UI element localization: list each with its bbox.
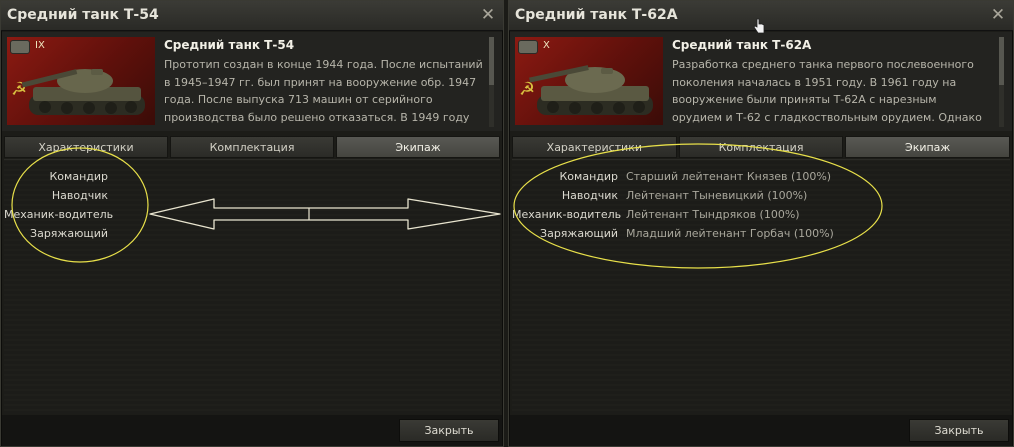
tab-bar: Характеристики Комплектация Экипаж: [2, 136, 502, 158]
tank-header: X ☭ Средний танк Т-62А Разработка средне…: [510, 32, 1012, 131]
tank-info-window-t54: Средний танк Т-54 ✕ IX ☭ Средний танк Т-…: [0, 0, 504, 447]
crew-member-name: Младший лейтенант Горбач (100%): [626, 227, 834, 240]
crew-role: Командир: [49, 170, 108, 183]
tab-bar: Характеристики Комплектация Экипаж: [510, 136, 1012, 158]
window-titlebar[interactable]: Средний танк Т-54 ✕: [1, 1, 503, 31]
scroll-thumb[interactable]: [489, 37, 494, 85]
close-x-icon[interactable]: ✕: [989, 6, 1007, 24]
scroll-thumb[interactable]: [999, 37, 1004, 85]
close-x-icon[interactable]: ✕: [479, 6, 497, 24]
tank-header: IX ☭ Средний танк Т-54 Прототип создан в…: [2, 32, 502, 131]
window-title: Средний танк Т-54: [7, 7, 159, 23]
window-title: Средний танк Т-62А: [515, 7, 678, 23]
tab-characteristics[interactable]: Характеристики: [4, 136, 168, 158]
tank-image: [21, 69, 145, 115]
crew-role: Заряжающий: [540, 227, 618, 240]
tank-name: Средний танк Т-54: [164, 38, 295, 52]
crew-role: Механик-водитель: [512, 208, 622, 221]
window-footer: Закрыть: [2, 415, 502, 446]
tank-image: [529, 65, 653, 115]
close-button[interactable]: Закрыть: [909, 419, 1009, 442]
crew-panel: Командир Старший лейтенант Князев (100%)…: [512, 159, 1010, 414]
crew-role: Заряжающий: [30, 227, 108, 240]
tank-info-window-t62a: Средний танк Т-62А ✕ X ☭ Средний танк Т-…: [508, 0, 1014, 447]
nation-flag-ussr: IX ☭: [7, 37, 155, 125]
window-footer: Закрыть: [510, 415, 1012, 446]
tab-characteristics[interactable]: Характеристики: [512, 136, 677, 158]
crew-member-name: Лейтенант Тындряков (100%): [626, 208, 800, 221]
crew-member-name: Лейтенант Тыневицкий (100%): [626, 189, 808, 202]
tank-description: Прототип создан в конце 1944 года. После…: [164, 58, 483, 124]
tab-crew[interactable]: Экипаж: [845, 136, 1011, 158]
tier-label: IX: [35, 40, 45, 51]
tank-description: Разработка среднего танка первого послев…: [672, 58, 982, 124]
tab-equipment[interactable]: Комплектация: [678, 136, 844, 158]
description-scrollbar[interactable]: [489, 37, 494, 127]
crew-role: Наводчик: [561, 189, 618, 202]
tab-equipment[interactable]: Комплектация: [170, 136, 334, 158]
tier-label: X: [543, 40, 550, 51]
description-scrollbar[interactable]: [999, 37, 1004, 127]
close-button[interactable]: Закрыть: [399, 419, 499, 442]
crew-member-name: Старший лейтенант Князев (100%): [626, 170, 832, 183]
tab-crew[interactable]: Экипаж: [336, 136, 500, 158]
crew-role: Наводчик: [51, 189, 108, 202]
crew-panel: Командир Наводчик Механик-водитель Заряж…: [4, 159, 500, 414]
crew-role: Командир: [559, 170, 618, 183]
window-titlebar[interactable]: Средний танк Т-62А ✕: [509, 1, 1013, 31]
crew-role: Механик-водитель: [4, 208, 114, 221]
tank-name: Средний танк Т-62А: [672, 38, 812, 52]
nation-flag-ussr: X ☭: [515, 37, 663, 125]
